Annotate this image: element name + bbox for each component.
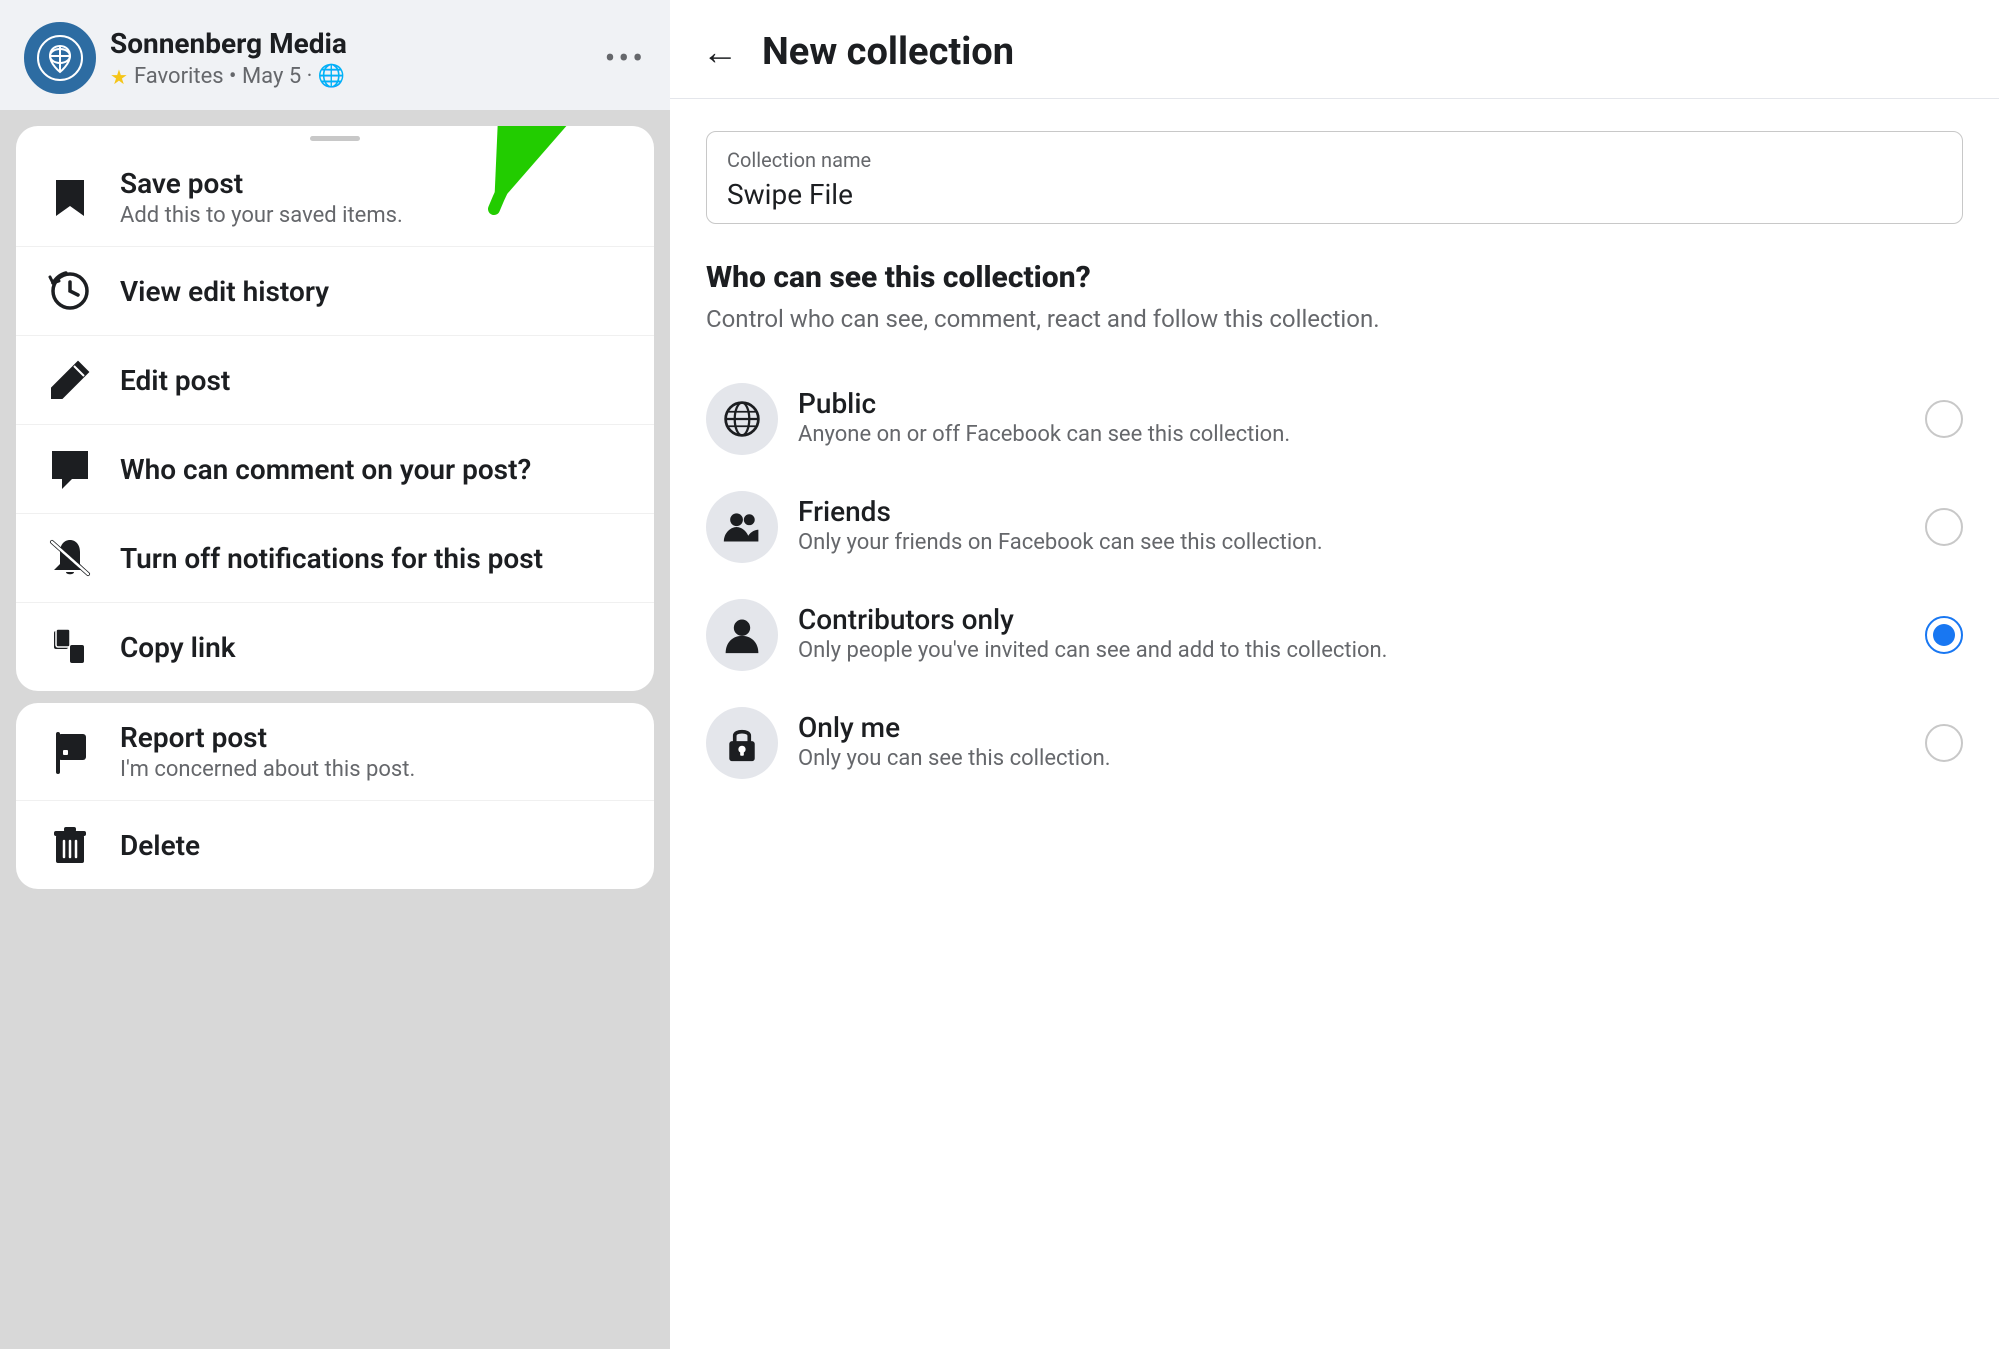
only-me-desc: Only you can see this collection.	[798, 744, 1905, 775]
friends-text: Friends Only your friends on Facebook ca…	[798, 495, 1905, 559]
right-panel-content: Collection name Swipe File Who can see t…	[670, 99, 1999, 1349]
collection-name-value: Swipe File	[727, 178, 1942, 211]
right-panel-header: ← New collection	[670, 0, 1999, 99]
comment-icon	[44, 443, 96, 495]
right-panel: ← New collection Collection name Swipe F…	[670, 0, 1999, 1349]
back-button[interactable]: ←	[702, 31, 738, 73]
menu-item-view-edit-history[interactable]: View edit history	[16, 247, 654, 336]
left-panel: Sonnenberg Media ★ Favorites • May 5 · 🌐…	[0, 0, 670, 1349]
green-arrow	[454, 126, 634, 253]
privacy-option-only-me[interactable]: Only me Only you can see this collection…	[706, 689, 1963, 797]
edit-post-title: Edit post	[120, 364, 230, 397]
edit-post-text: Edit post	[120, 364, 230, 397]
visibility-section-desc: Control who can see, comment, react and …	[706, 303, 1963, 337]
copy-link-title: Copy link	[120, 631, 236, 664]
privacy-option-public[interactable]: Public Anyone on or off Facebook can see…	[706, 365, 1963, 473]
who-can-comment-title: Who can comment on your post?	[120, 453, 531, 486]
report-post-text: Report post I'm concerned about this pos…	[120, 721, 415, 782]
collection-name-label: Collection name	[727, 148, 1942, 172]
only-me-text: Only me Only you can see this collection…	[798, 711, 1905, 775]
page-name: Sonnenberg Media	[110, 27, 347, 60]
friends-icon	[706, 491, 778, 563]
report-post-title: Report post	[120, 721, 415, 754]
menu-item-save-post[interactable]: Save post Add this to your saved items.	[16, 149, 654, 247]
save-post-title: Save post	[120, 167, 403, 200]
star-icon: ★	[110, 65, 128, 89]
view-edit-history-title: View edit history	[120, 275, 329, 308]
public-name: Public	[798, 387, 1905, 420]
menu-item-delete[interactable]: Delete	[16, 801, 654, 889]
secondary-menu-sheet: Report post I'm concerned about this pos…	[16, 703, 654, 889]
history-icon	[44, 265, 96, 317]
delete-text: Delete	[120, 829, 200, 862]
trash-icon	[44, 819, 96, 871]
drag-handle	[310, 136, 360, 141]
page-meta: ★ Favorites • May 5 · 🌐	[110, 64, 347, 89]
pencil-icon	[44, 354, 96, 406]
menu-item-who-can-comment[interactable]: Who can comment on your post?	[16, 425, 654, 514]
privacy-option-contributors[interactable]: Contributors only Only people you've inv…	[706, 581, 1963, 689]
save-post-text: Save post Add this to your saved items.	[120, 167, 403, 228]
collection-name-field[interactable]: Collection name Swipe File	[706, 131, 1963, 224]
post-header: Sonnenberg Media ★ Favorites • May 5 · 🌐…	[0, 0, 670, 110]
contributors-name: Contributors only	[798, 603, 1905, 636]
save-post-subtitle: Add this to your saved items.	[120, 203, 403, 228]
bell-off-icon	[44, 532, 96, 584]
contributors-desc: Only people you've invited can see and a…	[798, 636, 1905, 667]
turn-off-notifications-title: Turn off notifications for this post	[120, 542, 543, 575]
person-icon	[706, 599, 778, 671]
contributors-text: Contributors only Only people you've inv…	[798, 603, 1905, 667]
link-icon	[44, 621, 96, 673]
main-menu-sheet: Save post Add this to your saved items.	[16, 126, 654, 691]
privacy-option-friends[interactable]: Friends Only your friends on Facebook ca…	[706, 473, 1963, 581]
flag-icon	[44, 726, 96, 778]
avatar	[24, 22, 96, 94]
radio-selected-indicator	[1933, 624, 1955, 646]
more-options-button[interactable]: •••	[605, 39, 646, 77]
copy-link-text: Copy link	[120, 631, 236, 664]
who-can-comment-text: Who can comment on your post?	[120, 453, 531, 486]
bookmark-icon	[44, 172, 96, 224]
contributors-radio[interactable]	[1925, 616, 1963, 654]
view-edit-history-text: View edit history	[120, 275, 329, 308]
post-header-info: Sonnenberg Media ★ Favorites • May 5 · 🌐	[110, 27, 347, 89]
globe-icon	[706, 383, 778, 455]
post-header-left: Sonnenberg Media ★ Favorites • May 5 · 🌐	[24, 22, 347, 94]
report-post-subtitle: I'm concerned about this post.	[120, 757, 415, 782]
only-me-radio[interactable]	[1925, 724, 1963, 762]
friends-desc: Only your friends on Facebook can see th…	[798, 528, 1905, 559]
public-desc: Anyone on or off Facebook can see this c…	[798, 420, 1905, 451]
public-text: Public Anyone on or off Facebook can see…	[798, 387, 1905, 451]
menu-item-copy-link[interactable]: Copy link	[16, 603, 654, 691]
page-title: New collection	[762, 30, 1014, 74]
turn-off-notifications-text: Turn off notifications for this post	[120, 542, 543, 575]
only-me-name: Only me	[798, 711, 1905, 744]
menu-item-turn-off-notifications[interactable]: Turn off notifications for this post	[16, 514, 654, 603]
visibility-section-title: Who can see this collection?	[706, 260, 1963, 295]
public-radio[interactable]	[1925, 400, 1963, 438]
friends-name: Friends	[798, 495, 1905, 528]
bottom-sheet-wrapper: Save post Add this to your saved items.	[0, 110, 670, 1349]
friends-radio[interactable]	[1925, 508, 1963, 546]
menu-item-report-post[interactable]: Report post I'm concerned about this pos…	[16, 703, 654, 801]
menu-item-edit-post[interactable]: Edit post	[16, 336, 654, 425]
lock-icon	[706, 707, 778, 779]
delete-title: Delete	[120, 829, 200, 862]
